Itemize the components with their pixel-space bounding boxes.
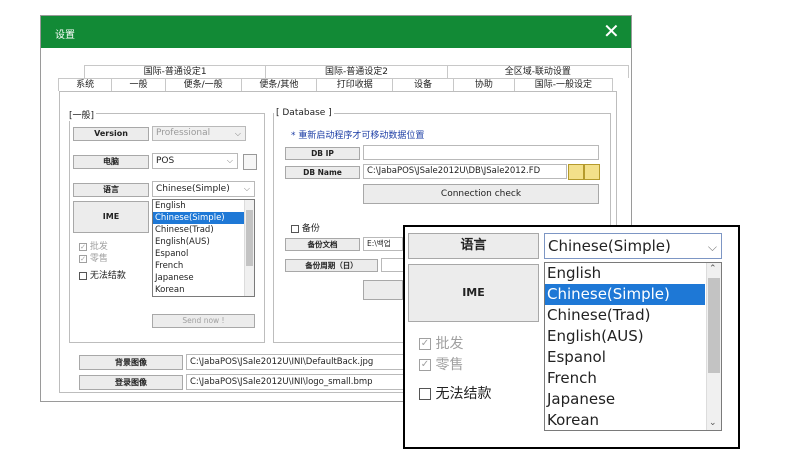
chevron-down-icon: ⌵: [234, 129, 241, 138]
tab-row-bottom: 系统 一般 便条/一般 便条/其他 打印收据 设备 协助 国际-一般设定: [58, 78, 613, 91]
ime-button[interactable]: IME: [73, 201, 149, 233]
scrollbar-thumb-zoom[interactable]: [708, 278, 720, 373]
tab-note-general[interactable]: 便条/一般: [164, 78, 242, 91]
db-name-input[interactable]: C:\JabaPOS\JSale2012U\DB\JSale2012.FD: [363, 164, 567, 179]
language-option-korean[interactable]: Korean: [153, 284, 254, 296]
tab-system[interactable]: 系统: [58, 78, 113, 91]
language-option-english[interactable]: English: [153, 200, 254, 212]
retail-label: 零售: [89, 254, 108, 264]
wholesale-label-zoom: 批发: [435, 336, 464, 352]
language-option-chinese-trad[interactable]: Chinese(Trad): [153, 224, 254, 236]
language-dropdown-list-zoom[interactable]: English Chinese(Simple) Chinese(Trad) En…: [544, 262, 722, 431]
pc-select[interactable]: POS ⌵: [152, 153, 238, 169]
backup-action-button[interactable]: [363, 280, 403, 300]
nosettle-checkbox[interactable]: [79, 271, 87, 280]
database-group-title: [ Database ]: [274, 108, 334, 118]
connection-check-button[interactable]: Connection check: [363, 184, 599, 204]
db-ip-input[interactable]: [363, 145, 599, 160]
nosettle-label-zoom: 无法结款: [435, 386, 492, 402]
tab-international-general[interactable]: 国际-一般设定: [513, 78, 613, 91]
language-option-espanol[interactable]: Espanol: [153, 248, 254, 260]
chevron-down-icon: ⌵: [707, 240, 717, 254]
retail-checkbox-zoom[interactable]: ✓: [419, 359, 431, 371]
pc-label-button: 电脑: [73, 155, 149, 169]
title-bar: 设置 ✕: [41, 16, 631, 48]
language-option-english[interactable]: English: [545, 263, 721, 284]
login-image-input[interactable]: C:\JabaPOS\JSale2012U\INI\logo_small.bmp: [186, 374, 408, 390]
retail-checkbox-row[interactable]: ✓ 零售: [79, 251, 108, 264]
version-value: Professional: [156, 128, 211, 138]
chevron-down-icon: ⌵: [226, 156, 233, 165]
wholesale-checkbox[interactable]: ✓: [79, 242, 87, 251]
retail-label-zoom: 零售: [435, 357, 464, 373]
language-option-japanese[interactable]: Japanese: [545, 389, 721, 410]
backup-file-input[interactable]: E:\백업: [363, 237, 403, 251]
language-dropdown-list[interactable]: English Chinese(Simple) Chinese(Trad) En…: [152, 199, 255, 297]
language-value: Chinese(Simple): [156, 184, 230, 194]
wholesale-checkbox-row-zoom[interactable]: ✓ 批发: [419, 333, 463, 353]
version-label-button: Version: [73, 127, 149, 141]
language-select[interactable]: Chinese(Simple) ⌵: [152, 181, 255, 197]
window-title: 设置: [55, 30, 75, 41]
language-label-button: 语言: [73, 183, 149, 197]
dropdown-scrollbar[interactable]: [244, 200, 254, 296]
language-option-japanese[interactable]: Japanese: [153, 272, 254, 284]
backup-label: 备份: [301, 224, 320, 234]
retail-checkbox-row-zoom[interactable]: ✓ 零售: [419, 354, 463, 374]
backup-checkbox[interactable]: [291, 224, 299, 233]
nosettle-checkbox-zoom[interactable]: [419, 388, 431, 400]
wholesale-checkbox-zoom[interactable]: ✓: [419, 338, 431, 350]
tab-global-link[interactable]: 全区域-联动设置: [446, 65, 629, 78]
backup-period-label-button: 备份周期（日）: [285, 259, 378, 272]
general-group-title: [一般]: [67, 108, 97, 121]
language-option-chinese-trad[interactable]: Chinese(Trad): [545, 305, 721, 326]
chevron-down-icon[interactable]: ⌄: [709, 418, 717, 428]
bg-image-input[interactable]: C:\JabaPOS\JSale2012U\INI\DefaultBack.jp…: [186, 354, 408, 370]
folder-icon[interactable]: [584, 164, 600, 180]
tab-print-receipt[interactable]: 打印收据: [316, 78, 394, 91]
language-label-button-zoom: 语言: [408, 233, 539, 259]
bg-image-label-button: 背景图像: [79, 355, 183, 370]
version-select: Professional ⌵: [152, 126, 246, 141]
language-option-french[interactable]: French: [153, 260, 254, 272]
backup-checkbox-row[interactable]: 备份: [291, 221, 320, 234]
pc-value: POS: [156, 156, 175, 166]
dropdown-scrollbar-zoom[interactable]: ⌃ ⌄: [706, 263, 721, 430]
language-option-korean[interactable]: Korean: [545, 410, 721, 430]
nosettle-label: 无法结款: [89, 271, 126, 281]
retail-checkbox[interactable]: ✓: [79, 254, 87, 263]
ime-button-zoom[interactable]: IME: [408, 264, 539, 322]
tab-device[interactable]: 设备: [392, 78, 454, 91]
tab-note-other[interactable]: 便条/其他: [240, 78, 318, 91]
chevron-down-icon: ⌵: [243, 184, 250, 193]
language-option-english-aus[interactable]: English(AUS): [153, 236, 254, 248]
backup-file-label-button: 备份文档: [285, 238, 360, 251]
page-icon[interactable]: [243, 154, 257, 170]
zoom-callout: 语言 Chinese(Simple) ⌵ IME English Chinese…: [403, 225, 740, 449]
language-option-chinese-simple[interactable]: Chinese(Simple): [545, 284, 705, 305]
backup-period-input[interactable]: [381, 258, 405, 272]
scrollbar-thumb[interactable]: [246, 210, 253, 266]
db-ip-label-button: DB IP: [285, 147, 360, 160]
language-select-zoom[interactable]: Chinese(Simple) ⌵: [544, 233, 722, 259]
tab-help[interactable]: 协助: [452, 78, 515, 91]
restart-notice: * 重新启动程序才可移动数据位置: [291, 131, 425, 141]
language-option-espanol[interactable]: Espanol: [545, 347, 721, 368]
db-name-label-button: DB Name: [285, 166, 360, 179]
login-image-label-button: 登录图像: [79, 375, 183, 390]
nosettle-checkbox-row-zoom[interactable]: 无法结款: [419, 383, 491, 403]
language-option-french[interactable]: French: [545, 368, 721, 389]
nosettle-checkbox-row[interactable]: 无法结款: [79, 268, 126, 281]
send-now-button[interactable]: Send now !: [152, 314, 255, 328]
folder-icon[interactable]: [568, 164, 584, 180]
chevron-up-icon[interactable]: ⌃: [709, 264, 717, 274]
tab-general[interactable]: 一般: [111, 78, 166, 91]
tab-international-2[interactable]: 国际-普通设定2: [265, 65, 448, 78]
tab-international-1[interactable]: 国际-普通设定1: [84, 65, 267, 78]
tab-row-top: 国际-普通设定1 国际-普通设定2 全区域-联动设置: [84, 65, 629, 78]
language-option-chinese-simple[interactable]: Chinese(Simple): [153, 212, 254, 224]
language-option-english-aus[interactable]: English(AUS): [545, 326, 721, 347]
language-value-zoom: Chinese(Simple): [548, 237, 671, 255]
close-icon[interactable]: ✕: [603, 20, 620, 42]
